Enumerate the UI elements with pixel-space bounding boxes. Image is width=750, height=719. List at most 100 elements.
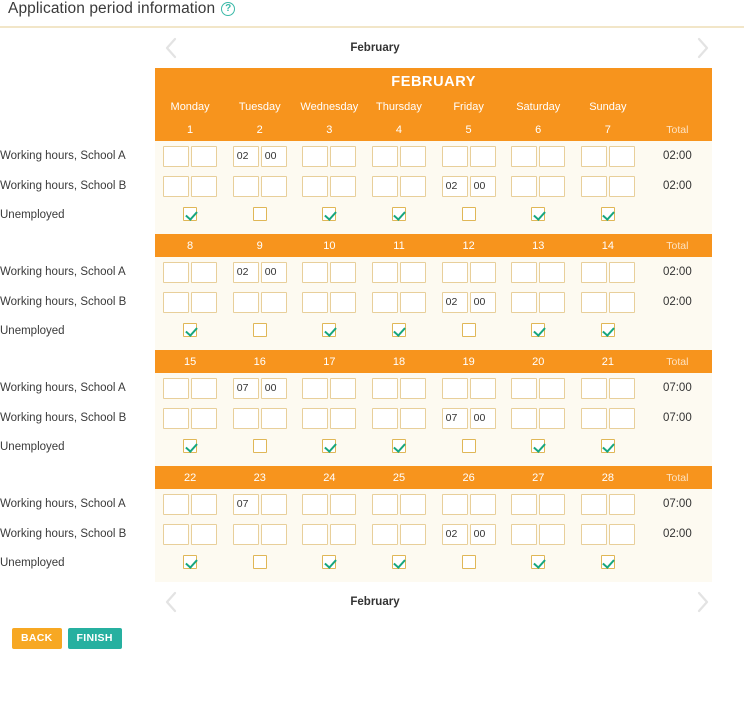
- date-cell-14[interactable]: 14: [573, 234, 643, 257]
- minutes-input[interactable]: [399, 291, 426, 313]
- date-cell-2[interactable]: 2: [224, 118, 295, 141]
- minutes-input[interactable]: [469, 145, 496, 167]
- unemployed-checkbox[interactable]: [391, 323, 406, 338]
- unemployed-checkbox[interactable]: [252, 323, 267, 338]
- minutes-input[interactable]: [191, 291, 218, 313]
- minutes-input[interactable]: [539, 261, 566, 283]
- hours-input[interactable]: [511, 493, 538, 515]
- hours-input[interactable]: [371, 175, 398, 197]
- minutes-input[interactable]: [469, 407, 496, 429]
- unemployed-checkbox[interactable]: [391, 439, 406, 454]
- hours-input[interactable]: [302, 291, 329, 313]
- minutes-input[interactable]: [191, 407, 218, 429]
- date-cell-10[interactable]: 10: [294, 234, 365, 257]
- hours-input[interactable]: [232, 523, 259, 545]
- back-button[interactable]: BACK: [12, 628, 62, 649]
- hours-input[interactable]: [441, 407, 468, 429]
- date-cell-6[interactable]: 6: [503, 118, 574, 141]
- hours-input[interactable]: [511, 523, 538, 545]
- date-cell-17[interactable]: 17: [294, 350, 365, 373]
- hours-input[interactable]: [441, 291, 468, 313]
- minutes-input[interactable]: [260, 523, 287, 545]
- hours-input[interactable]: [441, 377, 468, 399]
- hours-input[interactable]: [580, 291, 607, 313]
- hours-input[interactable]: [371, 261, 398, 283]
- hours-input[interactable]: [163, 175, 190, 197]
- hours-input[interactable]: [441, 261, 468, 283]
- date-cell-7[interactable]: 7: [573, 118, 643, 141]
- date-cell-15[interactable]: 15: [155, 350, 225, 373]
- date-cell-22[interactable]: 22: [155, 466, 225, 489]
- unemployed-checkbox[interactable]: [531, 207, 546, 222]
- minutes-input[interactable]: [330, 377, 357, 399]
- hours-input[interactable]: [163, 145, 190, 167]
- minutes-input[interactable]: [399, 493, 426, 515]
- date-cell-11[interactable]: 11: [364, 234, 434, 257]
- hours-input[interactable]: [441, 175, 468, 197]
- hours-input[interactable]: [232, 493, 259, 515]
- minutes-input[interactable]: [260, 145, 287, 167]
- hours-input[interactable]: [580, 145, 607, 167]
- hours-input[interactable]: [580, 407, 607, 429]
- minutes-input[interactable]: [608, 523, 635, 545]
- minutes-input[interactable]: [260, 175, 287, 197]
- date-cell-24[interactable]: 24: [294, 466, 365, 489]
- unemployed-checkbox[interactable]: [461, 439, 476, 454]
- date-cell-26[interactable]: 26: [433, 466, 504, 489]
- minutes-input[interactable]: [539, 523, 566, 545]
- minutes-input[interactable]: [469, 493, 496, 515]
- hours-input[interactable]: [371, 145, 398, 167]
- minutes-input[interactable]: [330, 407, 357, 429]
- hours-input[interactable]: [302, 523, 329, 545]
- minutes-input[interactable]: [539, 407, 566, 429]
- hours-input[interactable]: [371, 493, 398, 515]
- minutes-input[interactable]: [260, 291, 287, 313]
- unemployed-checkbox[interactable]: [322, 207, 337, 222]
- hours-input[interactable]: [441, 145, 468, 167]
- unemployed-checkbox[interactable]: [322, 439, 337, 454]
- minutes-input[interactable]: [191, 175, 218, 197]
- date-cell-19[interactable]: 19: [433, 350, 504, 373]
- minutes-input[interactable]: [608, 261, 635, 283]
- minutes-input[interactable]: [191, 145, 218, 167]
- hours-input[interactable]: [580, 175, 607, 197]
- unemployed-checkbox[interactable]: [391, 207, 406, 222]
- hours-input[interactable]: [163, 523, 190, 545]
- date-cell-8[interactable]: 8: [155, 234, 225, 257]
- unemployed-checkbox[interactable]: [183, 555, 198, 570]
- date-cell-23[interactable]: 23: [224, 466, 295, 489]
- minutes-input[interactable]: [469, 291, 496, 313]
- date-cell-5[interactable]: 5: [433, 118, 504, 141]
- hours-input[interactable]: [232, 291, 259, 313]
- unemployed-checkbox[interactable]: [461, 207, 476, 222]
- minutes-input[interactable]: [260, 261, 287, 283]
- chevron-right-icon[interactable]: [692, 589, 714, 615]
- unemployed-checkbox[interactable]: [252, 439, 267, 454]
- hours-input[interactable]: [232, 261, 259, 283]
- finish-button[interactable]: FINISH: [67, 628, 122, 649]
- date-cell-18[interactable]: 18: [364, 350, 434, 373]
- minutes-input[interactable]: [260, 493, 287, 515]
- hours-input[interactable]: [232, 407, 259, 429]
- minutes-input[interactable]: [330, 523, 357, 545]
- minutes-input[interactable]: [469, 523, 496, 545]
- unemployed-checkbox[interactable]: [183, 207, 198, 222]
- hours-input[interactable]: [163, 407, 190, 429]
- hours-input[interactable]: [302, 377, 329, 399]
- hours-input[interactable]: [232, 377, 259, 399]
- chevron-right-icon[interactable]: [692, 35, 714, 61]
- hours-input[interactable]: [371, 291, 398, 313]
- minutes-input[interactable]: [608, 175, 635, 197]
- date-cell-4[interactable]: 4: [364, 118, 434, 141]
- hours-input[interactable]: [580, 261, 607, 283]
- unemployed-checkbox[interactable]: [183, 323, 198, 338]
- date-cell-25[interactable]: 25: [364, 466, 434, 489]
- unemployed-checkbox[interactable]: [531, 439, 546, 454]
- hours-input[interactable]: [580, 523, 607, 545]
- unemployed-checkbox[interactable]: [461, 555, 476, 570]
- hours-input[interactable]: [302, 261, 329, 283]
- minutes-input[interactable]: [191, 377, 218, 399]
- date-cell-28[interactable]: 28: [573, 466, 643, 489]
- hours-input[interactable]: [511, 291, 538, 313]
- hours-input[interactable]: [302, 175, 329, 197]
